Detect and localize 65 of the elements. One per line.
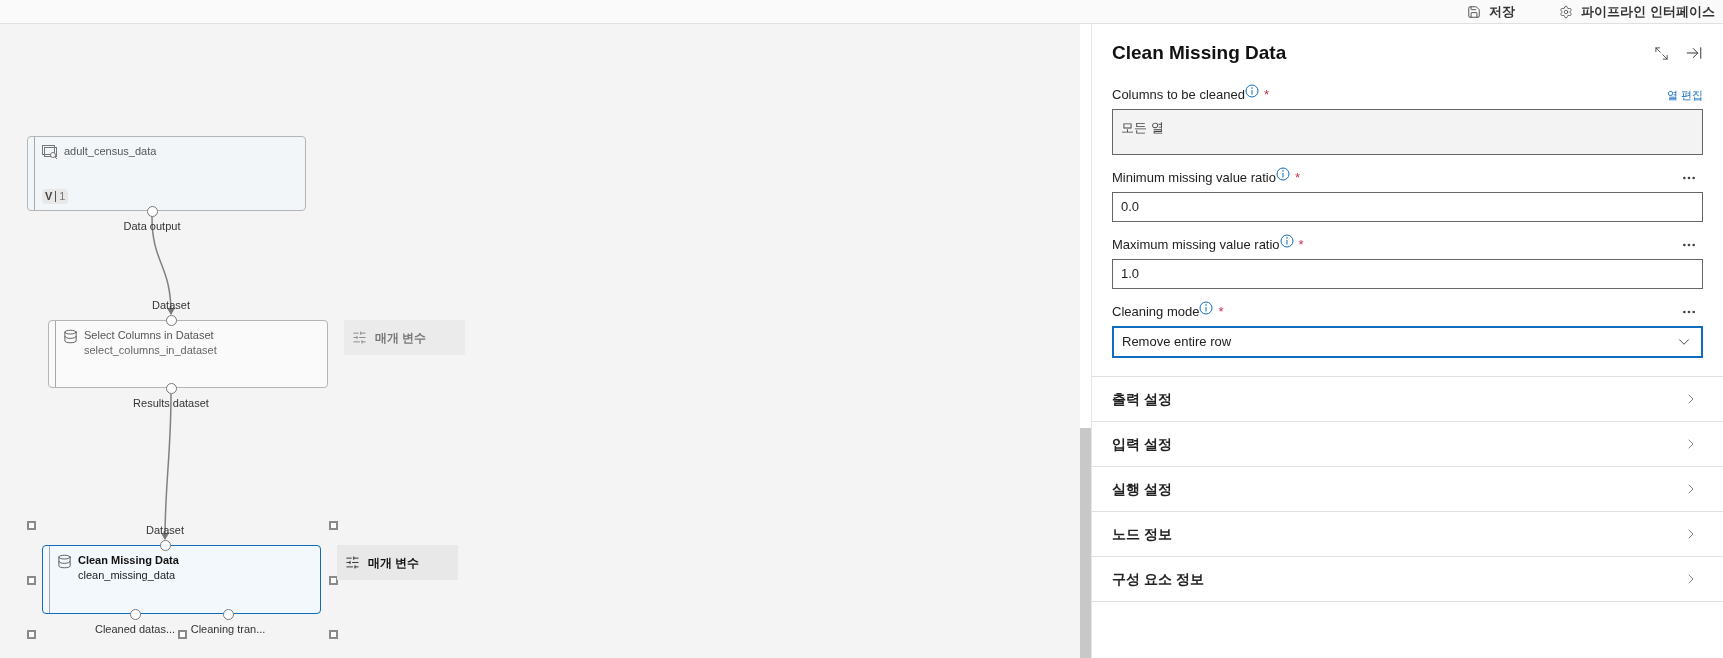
port-label: Results dataset <box>133 396 209 411</box>
columns-field[interactable]: 모든 열 <box>1112 109 1703 155</box>
info-icon[interactable] <box>1245 84 1259 98</box>
port-label: Cleaning tran... <box>190 622 266 637</box>
field-label: Columns to be cleaned <box>1112 86 1245 105</box>
resize-handle[interactable] <box>329 630 338 639</box>
output-port[interactable] <box>129 608 141 620</box>
node-title: adult_census_data <box>64 144 157 159</box>
dock-icon[interactable] <box>1685 44 1703 62</box>
accordion-section[interactable]: 출력 설정 <box>1092 377 1723 422</box>
info-icon[interactable] <box>1279 234 1294 248</box>
accordion-section[interactable]: 노드 정보 <box>1092 512 1723 557</box>
parameters-button[interactable]: 매개 변수 <box>344 320 465 355</box>
info-icon[interactable] <box>1276 167 1290 181</box>
toolbar-button[interactable]: 저장 <box>1467 1 1516 22</box>
scrollbar[interactable] <box>1080 24 1092 658</box>
required-mark: * <box>1264 86 1270 105</box>
field-label: Minimum missing value ratio <box>1112 169 1276 188</box>
save-icon <box>1467 4 1482 19</box>
output-port[interactable] <box>146 205 158 217</box>
database-icon <box>63 329 78 344</box>
node-title: Clean Missing Data <box>78 553 179 568</box>
dropdown-field[interactable]: Remove entire row <box>1112 326 1703 358</box>
resize-handle[interactable] <box>27 630 36 639</box>
expand-icon[interactable] <box>1654 45 1669 61</box>
dataset-icon <box>42 145 58 159</box>
input-field[interactable]: 0.0 <box>1112 192 1703 222</box>
accordion-section[interactable]: 실행 설정 <box>1092 467 1723 512</box>
resize-handle[interactable] <box>27 521 36 530</box>
accordion-section[interactable]: 입력 설정 <box>1092 422 1723 467</box>
field-label: Maximum missing value ratio <box>1112 236 1280 255</box>
panel-title: Clean Missing Data <box>1112 40 1288 65</box>
sliders-icon <box>345 555 360 570</box>
resize-handle[interactable] <box>27 575 36 585</box>
port-label: Dataset <box>146 523 184 538</box>
required-mark: * <box>1218 303 1224 322</box>
settings-icon <box>1559 4 1574 19</box>
info-icon[interactable] <box>1199 301 1214 315</box>
accordion-section[interactable]: 구성 요소 정보 <box>1092 557 1723 602</box>
version-badge: V 1 <box>42 189 69 204</box>
port-label: Dataset <box>152 298 190 313</box>
resize-handle[interactable] <box>329 521 338 530</box>
pipeline-node[interactable]: Select Columns in Dataset select_columns_in_dataset <box>48 320 328 388</box>
database-icon <box>57 554 72 569</box>
node-subtitle: clean_missing_data <box>78 568 177 583</box>
resize-handle[interactable] <box>177 630 187 639</box>
resize-handle[interactable] <box>329 575 338 585</box>
parameters-button[interactable]: 매개 변수 <box>337 545 458 580</box>
required-mark: * <box>1295 169 1301 188</box>
pipeline-node[interactable]: adult_census_data V 1 <box>27 136 306 211</box>
port-label: Data output <box>123 219 181 234</box>
field-label: Cleaning mode <box>1112 303 1200 322</box>
toolbar-button[interactable]: 파이프라인 인터페이스 <box>1559 1 1715 22</box>
output-port[interactable] <box>222 608 234 620</box>
output-port[interactable] <box>165 382 177 394</box>
input-port[interactable] <box>159 539 171 551</box>
input-port[interactable] <box>165 314 177 326</box>
node-title: Select Columns in Dataset <box>84 328 215 343</box>
port-label: Cleaned datas... <box>94 622 176 637</box>
required-mark: * <box>1298 236 1304 255</box>
input-field[interactable]: 1.0 <box>1112 259 1703 289</box>
node-subtitle: select_columns_in_dataset <box>84 343 217 358</box>
sliders-icon <box>352 330 367 345</box>
pipeline-node[interactable]: Clean Missing Data clean_missing_data <box>42 545 321 614</box>
edit-columns-link[interactable]: 열 편집 <box>1666 86 1703 104</box>
